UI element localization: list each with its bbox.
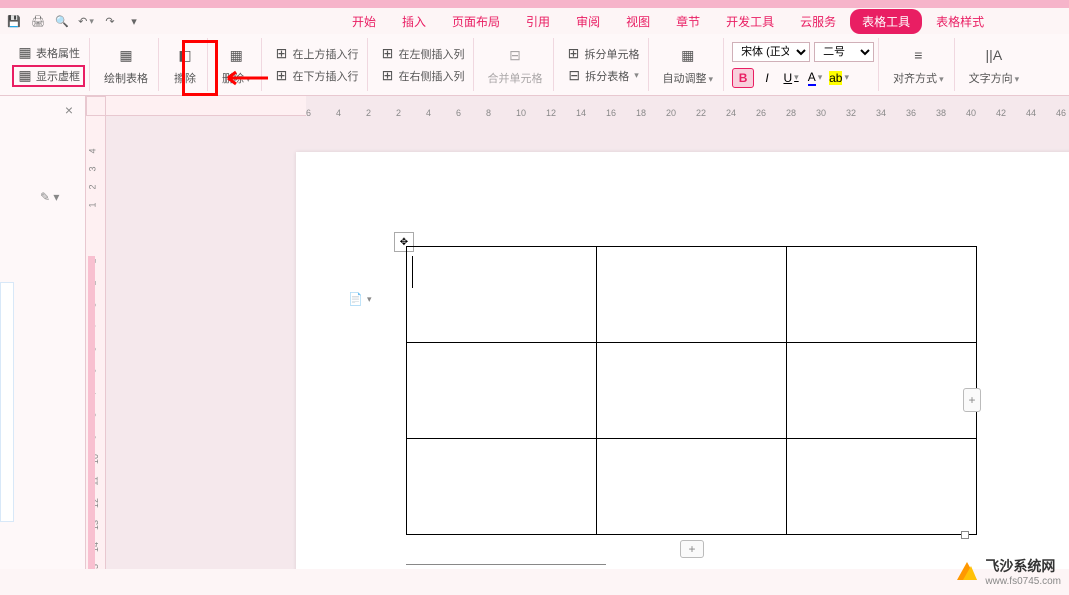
font-color-button[interactable]: A▾ [804, 68, 826, 88]
highlight-button[interactable]: ab▾ [828, 68, 850, 88]
underline-button[interactable]: U▾ [780, 68, 802, 88]
smart-tag-button[interactable]: 📄▾ [348, 292, 371, 306]
draw-table-button[interactable]: ▦绘制表格 [98, 39, 154, 90]
print-icon[interactable]: 🖨 [30, 13, 46, 29]
tab-page-layout[interactable]: 页面布局 [440, 9, 512, 34]
ribbon-tabs: 开始 插入 页面布局 引用 审阅 视图 章节 开发工具 云服务 表格工具 表格样… [0, 8, 1069, 34]
split-table-icon: ⊟ [566, 68, 582, 84]
table-properties-button[interactable]: ▦表格属性 [13, 43, 84, 63]
thumbnail-panel[interactable] [0, 282, 14, 522]
table-cell[interactable] [407, 439, 597, 535]
italic-button[interactable]: I [756, 68, 778, 88]
redo-icon[interactable]: ↷ [102, 13, 118, 29]
tab-cloud[interactable]: 云服务 [788, 9, 848, 34]
watermark: 飞沙系统网 www.fs0745.com [955, 556, 1061, 587]
draw-table-icon: ▦ [114, 43, 138, 67]
table-cell[interactable] [597, 343, 787, 439]
navigation-sidebar: × ✎ ▾ [0, 96, 86, 569]
insert-right-icon: ⊞ [380, 68, 396, 84]
undo-icon[interactable]: ↶▾ [78, 13, 94, 29]
gridlines-icon: ▦ [17, 68, 33, 84]
watermark-logo-icon [955, 560, 979, 584]
tab-developer[interactable]: 开发工具 [714, 9, 786, 34]
save-icon[interactable]: 💾 [6, 13, 22, 29]
table-row[interactable] [407, 343, 977, 439]
font-name-select[interactable]: 宋体 (正文) [732, 42, 810, 62]
tab-chapter[interactable]: 章节 [664, 9, 712, 34]
delete-icon: ▦ [224, 43, 248, 67]
tab-view[interactable]: 视图 [614, 9, 662, 34]
document-table[interactable] [406, 246, 977, 535]
add-row-button[interactable]: + [680, 540, 704, 558]
vertical-ruler[interactable]: 432112345678910111213141516 [86, 116, 106, 569]
text-direction-button[interactable]: ||A文字方向▾ [963, 39, 1026, 90]
tab-start[interactable]: 开始 [340, 9, 388, 34]
table-resize-handle[interactable] [961, 531, 969, 539]
table-cell[interactable] [787, 247, 977, 343]
insert-below-button[interactable]: ⊞在下方插入行 [270, 66, 363, 86]
tab-table-tools[interactable]: 表格工具 [850, 9, 922, 34]
table-cell[interactable] [597, 247, 787, 343]
split-table-button[interactable]: ⊟拆分表格▾ [562, 66, 643, 86]
table-cell[interactable] [787, 439, 977, 535]
font-size-select[interactable]: 二号 [814, 42, 874, 62]
eraser-button[interactable]: ◧擦除 [167, 39, 203, 90]
merge-icon: ⊟ [503, 43, 527, 67]
text-dir-icon: ||A [982, 43, 1006, 67]
table-cell[interactable] [597, 439, 787, 535]
tab-review[interactable]: 审阅 [564, 9, 612, 34]
table-row[interactable] [407, 439, 977, 535]
insert-above-icon: ⊞ [274, 46, 290, 62]
eraser-icon: ◧ [173, 43, 197, 67]
delete-button[interactable]: ▦删除▾ [216, 39, 257, 90]
insert-right-button[interactable]: ⊞在右侧插入列 [376, 66, 469, 86]
table-cell[interactable] [407, 343, 597, 439]
autofit-button[interactable]: ▦自动调整▾ [657, 39, 720, 90]
insert-left-icon: ⊞ [380, 46, 396, 62]
merge-cells-button: ⊟合并单元格 [482, 39, 549, 90]
insert-below-icon: ⊞ [274, 68, 290, 84]
tab-insert[interactable]: 插入 [390, 9, 438, 34]
add-column-button[interactable]: + [963, 388, 981, 412]
table-row[interactable] [407, 247, 977, 343]
table-cell[interactable] [407, 247, 597, 343]
alignment-button[interactable]: ≡对齐方式▾ [887, 39, 950, 90]
footnote-separator [406, 564, 606, 565]
table-props-icon: ▦ [17, 45, 33, 61]
preview-icon[interactable]: 🔍 [54, 13, 70, 29]
watermark-url: www.fs0745.com [985, 576, 1061, 587]
split-cells-icon: ⊞ [566, 46, 582, 62]
insert-above-button[interactable]: ⊞在上方插入行 [270, 44, 363, 64]
autofit-icon: ▦ [676, 43, 700, 67]
watermark-brand: 飞沙系统网 [985, 556, 1061, 576]
align-icon: ≡ [906, 43, 930, 67]
bold-button[interactable]: B [732, 68, 754, 88]
table-cell[interactable] [787, 343, 977, 439]
dropdown-icon[interactable]: ▾ [126, 13, 142, 29]
ribbon-toolbar: ▦表格属性 ▦显示虚框 ▦绘制表格 ◧擦除 ▦删除▾ ⊞在上方插入行 ⊞在下方插… [0, 34, 1069, 96]
tab-references[interactable]: 引用 [514, 9, 562, 34]
pen-icon[interactable]: ✎ ▾ [40, 190, 59, 204]
show-gridlines-button[interactable]: ▦显示虚框 [12, 65, 85, 87]
insert-left-button[interactable]: ⊞在左侧插入列 [376, 44, 469, 64]
tab-table-style[interactable]: 表格样式 [924, 9, 996, 34]
close-icon[interactable]: × [65, 102, 73, 118]
split-cells-button[interactable]: ⊞拆分单元格 [562, 44, 644, 64]
horizontal-ruler[interactable]: 6422468101214161820222426283032343638404… [106, 96, 306, 116]
ruler-corner [86, 96, 106, 116]
text-cursor [412, 256, 413, 288]
